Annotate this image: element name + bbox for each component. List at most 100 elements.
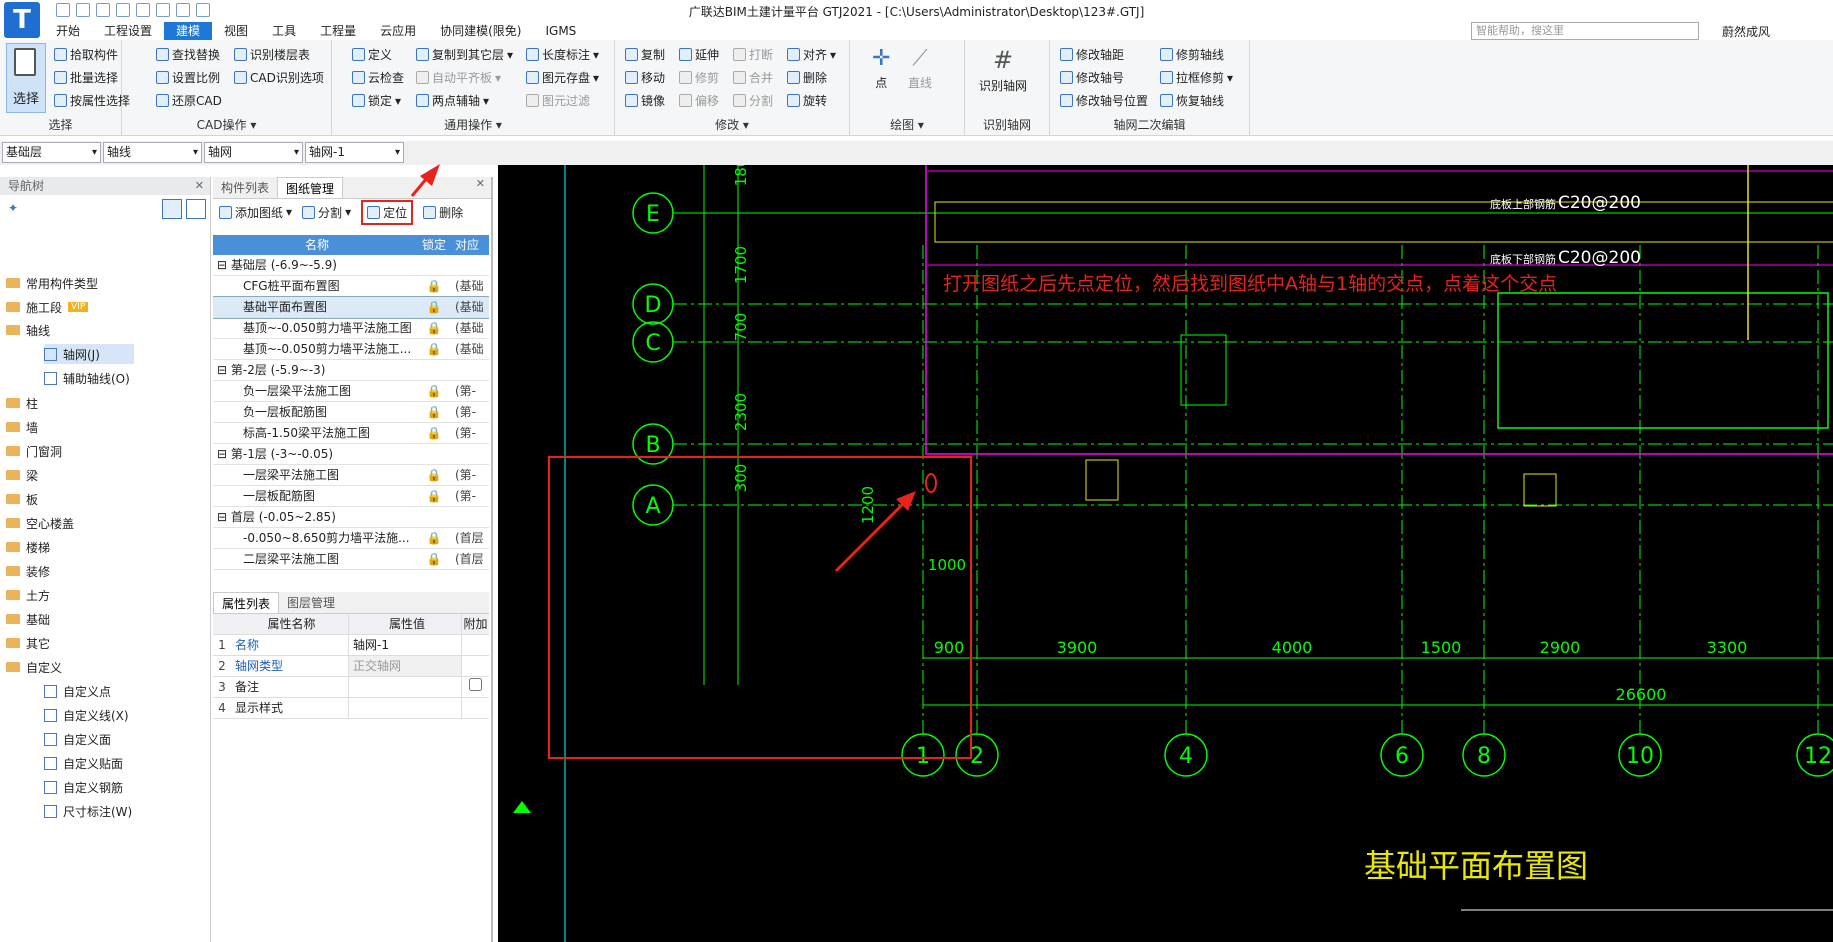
- locate-button[interactable]: 定位: [361, 199, 414, 225]
- nav-item-9[interactable]: 板: [6, 489, 38, 509]
- nav-item-0[interactable]: 常用构件类型: [6, 273, 98, 293]
- delete-button[interactable]: 删除: [787, 69, 827, 86]
- attach-cell[interactable]: [462, 698, 489, 718]
- tab-property-list[interactable]: 属性列表: [213, 592, 280, 613]
- lock-icon[interactable]: 🔒: [417, 465, 451, 485]
- nav-item-2[interactable]: 轴线: [6, 320, 50, 340]
- recognize-floor-table-button[interactable]: 识别楼层表: [234, 46, 310, 63]
- table-row[interactable]: 基础平面布置图 🔒 (基础: [213, 296, 489, 319]
- table-row[interactable]: CFG桩平面布置图 🔒 (基础: [213, 276, 489, 297]
- nav-item-22[interactable]: 尺寸标注(W): [44, 801, 132, 821]
- batch-select-button[interactable]: 批量选择: [54, 69, 118, 86]
- nav-item-20[interactable]: 自定义贴面: [44, 753, 123, 773]
- attach-cell[interactable]: [462, 656, 489, 676]
- menu-4[interactable]: 工具: [260, 22, 308, 40]
- restore-cad-button[interactable]: 还原CAD: [156, 92, 222, 109]
- table-row[interactable]: 标高-1.50梁平法施工图 🔒 (第-: [213, 423, 489, 444]
- point-button[interactable]: ✛ 点: [872, 46, 890, 91]
- property-value[interactable]: [349, 698, 462, 718]
- restore-axis-button[interactable]: 恢复轴线: [1160, 92, 1224, 109]
- collapse-icon[interactable]: ⊟: [217, 363, 231, 377]
- menu-0[interactable]: 开始: [44, 22, 92, 40]
- define-button[interactable]: 定义: [352, 46, 392, 63]
- extend-button[interactable]: 延伸: [679, 46, 719, 63]
- menu-1[interactable]: 工程设置: [92, 22, 164, 40]
- lock-icon[interactable]: [417, 360, 451, 380]
- floor-group-row[interactable]: ⊟ 基础层 (-6.9~-5.9): [213, 255, 489, 276]
- cad-canvas[interactable]: E D C B A 1 2 4 6 8 10 12 900 3900 4000 1500 2900 3300 266…: [498, 165, 1833, 942]
- menu-7[interactable]: 协同建模(限免): [428, 22, 533, 40]
- tree-view-icon[interactable]: [186, 199, 206, 219]
- nav-item-18[interactable]: 自定义线(X): [44, 705, 129, 725]
- select-by-attr-button[interactable]: 按属性选择: [54, 92, 130, 109]
- nav-item-10[interactable]: 空心楼盖: [6, 513, 74, 533]
- table-row[interactable]: 一层梁平法施工图 🔒 (第-: [213, 465, 489, 486]
- floor-group-row[interactable]: ⊟ 第-1层 (-3~-0.05): [213, 444, 489, 465]
- table-row[interactable]: 基顶~-0.050剪力墙平法施工图 🔒 (基础: [213, 318, 489, 339]
- align-button[interactable]: 对齐 ▾: [787, 46, 836, 63]
- nav-item-15[interactable]: 其它: [6, 633, 50, 653]
- save-element-button[interactable]: 图元存盘 ▾: [526, 69, 599, 86]
- property-row[interactable]: 3 备注: [213, 677, 489, 698]
- property-value[interactable]: [349, 677, 462, 697]
- type-select[interactable]: 轴线: [103, 142, 202, 163]
- draw-group-label[interactable]: 绘图 ▾: [850, 116, 964, 133]
- collapse-icon[interactable]: ⊟: [217, 258, 231, 272]
- nav-item-13[interactable]: 土方: [6, 585, 50, 605]
- lock-icon[interactable]: 🔒: [417, 318, 451, 338]
- nav-item-16[interactable]: 自定义: [6, 657, 62, 677]
- common-group-label[interactable]: 通用操作 ▾: [332, 116, 614, 133]
- tab-drawing-manage[interactable]: 图纸管理: [277, 177, 344, 198]
- collapse-icon[interactable]: ⊟: [217, 510, 231, 524]
- nav-item-17[interactable]: 自定义点: [44, 681, 111, 701]
- copy-to-floor-button[interactable]: 复制到其它层 ▾: [416, 46, 513, 63]
- property-row[interactable]: 1 名称 轴网-1: [213, 635, 489, 656]
- nav-item-6[interactable]: 墙: [6, 417, 38, 437]
- recognize-axis-button[interactable]: # 识别轴网: [979, 46, 1027, 94]
- nav-item-11[interactable]: 楼梯: [6, 537, 50, 557]
- cad-drawing[interactable]: EDCBA1 2 4 6 8 10 12900 3900 4000 1500 2900 3300266…: [498, 165, 1833, 942]
- collapse-icon[interactable]: ⊟: [217, 447, 231, 461]
- edit-axis-distance-button[interactable]: 修改轴距: [1060, 46, 1124, 63]
- cloud-check-button[interactable]: 云检查: [352, 69, 404, 86]
- property-row[interactable]: 2 轴网类型 正交轴网: [213, 656, 489, 677]
- lock-icon[interactable]: 🔒: [417, 528, 451, 548]
- lock-icon[interactable]: 🔒: [417, 381, 451, 401]
- close-icon[interactable]: ✕: [195, 177, 204, 195]
- table-row[interactable]: 基顶~-0.050剪力墙平法施工... 🔒 (基础: [213, 339, 489, 360]
- instance-select[interactable]: 轴网-1: [305, 142, 404, 163]
- nav-item-5[interactable]: 柱: [6, 393, 38, 413]
- add-drawing-button[interactable]: 添加图纸 ▾: [219, 204, 292, 221]
- nav-item-1[interactable]: 施工段 VIP: [6, 297, 89, 317]
- attach-cell[interactable]: [462, 677, 489, 697]
- help-search-input[interactable]: 智能帮助，搜这里: [1471, 22, 1699, 40]
- property-row[interactable]: 4 显示样式: [213, 698, 489, 719]
- length-dim-button[interactable]: 长度标注 ▾: [526, 46, 599, 63]
- lock-icon[interactable]: 🔒: [417, 339, 451, 359]
- menu-5[interactable]: 工程量: [308, 22, 368, 40]
- table-row[interactable]: 二层梁平法施工图 🔒 (首层: [213, 549, 489, 570]
- lock-icon[interactable]: [417, 444, 451, 464]
- table-row[interactable]: -0.050~8.650剪力墙平法施... 🔒 (首层: [213, 528, 489, 549]
- edit-axis-number-button[interactable]: 修改轴号: [1060, 69, 1124, 86]
- property-value[interactable]: 正交轴网: [349, 656, 462, 676]
- table-row[interactable]: 负一层板配筋图 🔒 (第-: [213, 402, 489, 423]
- table-row[interactable]: 负一层梁平法施工图 🔒 (第-: [213, 381, 489, 402]
- box-trim-button[interactable]: 拉框修剪 ▾: [1160, 69, 1233, 86]
- menu-3[interactable]: 视图: [212, 22, 260, 40]
- rotate-button[interactable]: 旋转: [787, 92, 827, 109]
- menu-8[interactable]: IGMS: [533, 22, 588, 40]
- nav-item-21[interactable]: 自定义钢筋: [44, 777, 123, 797]
- menu-6[interactable]: 云应用: [368, 22, 428, 40]
- set-scale-button[interactable]: 设置比例: [156, 69, 220, 86]
- move-button[interactable]: 移动: [625, 69, 665, 86]
- lock-button[interactable]: 锁定 ▾: [352, 92, 401, 109]
- two-point-axis-button[interactable]: 两点辅轴 ▾: [416, 92, 489, 109]
- nav-item-12[interactable]: 装修: [6, 561, 50, 581]
- edit-axis-pos-button[interactable]: 修改轴号位置: [1060, 92, 1148, 109]
- tab-component-list[interactable]: 构件列表: [213, 177, 277, 198]
- nav-item-19[interactable]: 自定义面: [44, 729, 111, 749]
- attach-checkbox[interactable]: [469, 678, 482, 691]
- component-select[interactable]: 轴网: [204, 142, 303, 163]
- lock-icon[interactable]: [417, 507, 451, 527]
